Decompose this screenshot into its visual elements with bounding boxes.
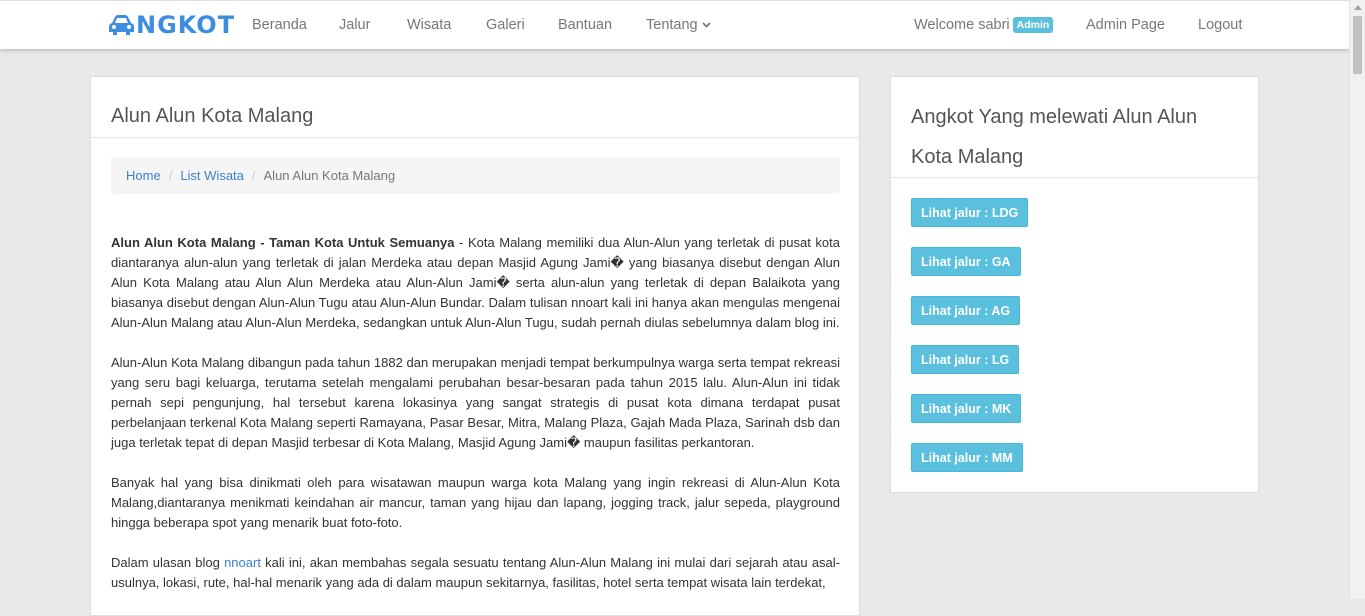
nav-tentang-label: Tentang [646, 17, 698, 33]
car-icon [109, 15, 134, 35]
breadcrumb-home[interactable]: Home [126, 168, 161, 183]
jalur-button-ag[interactable]: Lihat jalur : AG [911, 296, 1021, 325]
breadcrumb: Home / List Wisata / Alun Alun Kota Malang [111, 157, 840, 194]
jalur-button-ldg[interactable]: Lihat jalur : LDG [911, 198, 1029, 227]
breadcrumb-current: Alun Alun Kota Malang [263, 168, 396, 183]
sidebar-divider [891, 177, 1258, 178]
welcome-text: Welcome sabri [914, 17, 1010, 33]
brand-name: NGKOT [136, 11, 236, 39]
nav-galeri[interactable]: Galeri [486, 1, 525, 49]
breadcrumb-separator: / [251, 168, 256, 183]
nav-beranda[interactable]: Beranda [252, 1, 307, 49]
article-paragraph-2: Alun-Alun Kota Malang dibangun pada tahu… [111, 355, 840, 450]
sidebar-title: Angkot Yang melewati Alun Alun Kota Mala… [911, 106, 1198, 168]
jalur-button-lg[interactable]: Lihat jalur : LG [911, 345, 1020, 374]
nav-tentang-dropdown[interactable]: Tentang [646, 1, 711, 49]
nnoart-link[interactable]: nnoart [224, 555, 261, 570]
admin-badge: Admin [1012, 17, 1054, 34]
article-lead: Alun Alun Kota Malang - Taman Kota Untuk… [111, 235, 455, 250]
article-panel: Alun Alun Kota Malang Home / List Wisata / A… [90, 76, 860, 616]
breadcrumb-list-wisata[interactable]: List Wisata [180, 168, 244, 183]
jalur-button-mm[interactable]: Lihat jalur : MM [911, 443, 1023, 472]
jalur-button-mk[interactable]: Lihat jalur : MK [911, 394, 1022, 423]
breadcrumb-separator: / [168, 168, 173, 183]
welcome-user: Welcome sabri Admin [914, 1, 1054, 49]
scroll-thumb[interactable] [1353, 16, 1362, 74]
brand-logo[interactable]: NGKOT [108, 11, 235, 39]
page-title: Alun Alun Kota Malang [111, 105, 314, 127]
article-paragraph-1: Alun Alun Kota Malang - Taman Kota Untuk… [111, 233, 840, 333]
nav-bantuan[interactable]: Bantuan [558, 1, 612, 49]
scroll-up-arrow-icon[interactable] [1354, 5, 1362, 10]
chevron-down-icon [701, 22, 711, 28]
article-paragraph-4: Dalam ulasan blog nnoart kali ini, akan … [111, 553, 840, 593]
nav-wisata[interactable]: Wisata [407, 1, 451, 49]
page-scrollbar[interactable] [1349, 0, 1365, 598]
top-navbar: NGKOT Beranda Jalur Wisata Galeri Bantua… [0, 0, 1349, 49]
jalur-button-ga[interactable]: Lihat jalur : GA [911, 247, 1021, 276]
article-paragraph-3: Banyak hal yang bisa dinikmati oleh para… [111, 475, 840, 530]
nav-logout[interactable]: Logout [1198, 1, 1242, 49]
nav-admin-page[interactable]: Admin Page [1086, 1, 1165, 49]
nav-jalur[interactable]: Jalur [339, 1, 370, 49]
article-paragraph-4-pre: Dalam ulasan blog [111, 555, 225, 570]
title-divider [91, 137, 859, 138]
angkot-sidebar-panel: Angkot Yang melewati Alun Alun Kota Mala… [890, 76, 1259, 493]
article-body: Alun Alun Kota Malang - Taman Kota Untuk… [111, 233, 840, 613]
